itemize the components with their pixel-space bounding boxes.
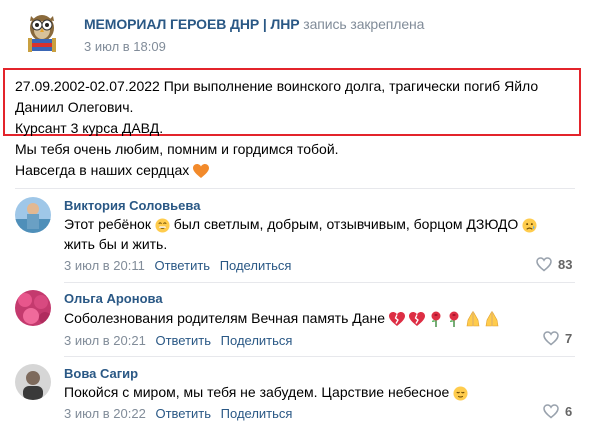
comment-text-line-2: жить бы и жить. — [64, 236, 168, 252]
comment-author[interactable]: Вова Сагир — [64, 366, 138, 381]
like-count: 83 — [558, 257, 573, 272]
like-button[interactable]: 7 — [543, 331, 572, 346]
reply-button[interactable]: Ответить — [154, 258, 210, 273]
comment-time[interactable]: 3 июл в 20:22 — [64, 406, 146, 421]
reply-button[interactable]: Ответить — [155, 406, 211, 421]
avatar-photo-icon — [15, 197, 51, 233]
comment-avatar[interactable] — [15, 197, 51, 233]
heart-outline-icon — [543, 404, 559, 419]
group-title-line: МЕМОРИАЛ ГЕРОЕВ ДНР | ЛНР запись закрепл… — [84, 16, 424, 32]
comment-text-line-1: Соболезнования родителям Вечная память Д… — [64, 310, 500, 328]
grinning-emoji-icon — [155, 218, 170, 233]
divider — [64, 356, 575, 357]
divider — [64, 282, 575, 283]
comment-avatar[interactable] — [15, 290, 51, 326]
comment-avatar[interactable] — [15, 364, 51, 400]
sad-tear-emoji-icon — [522, 218, 537, 233]
comment-meta: 3 июл в 20:11 Ответить Поделиться — [64, 258, 291, 273]
comment-text-part: Соболезнования родителям Вечная память Д… — [64, 310, 386, 326]
relieved-face-icon — [453, 386, 468, 401]
rose-icon — [449, 311, 459, 328]
like-count: 6 — [565, 404, 573, 419]
heart-outline-icon — [536, 257, 552, 272]
heart-outline-icon — [543, 331, 559, 346]
post-date[interactable]: 3 июл в 18:09 — [84, 39, 166, 54]
comment-text-line-1: Покойся с миром, мы тебя не забудем. Цар… — [64, 384, 468, 401]
group-avatar[interactable] — [18, 8, 66, 56]
folded-hands-icon — [466, 311, 479, 327]
divider — [15, 188, 575, 189]
folded-hands-icon — [486, 311, 499, 327]
comment-text-part: Покойся с миром, мы тебя не забудем. Цар… — [64, 384, 450, 400]
comment-meta: 3 июл в 20:21 Ответить Поделиться — [64, 333, 292, 348]
reply-button[interactable]: Ответить — [155, 333, 211, 348]
comment-author[interactable]: Виктория Соловьева — [64, 198, 200, 213]
rose-icon — [431, 311, 441, 328]
broken-heart-icon — [408, 311, 425, 326]
post-text-line-3: Курсант 3 курса ДАВД. — [15, 120, 164, 136]
share-button[interactable]: Поделиться — [220, 258, 292, 273]
post-text-line-1: 27.09.2002-02.07.2022 При выполнение вои… — [15, 78, 539, 94]
group-name-link[interactable]: МЕМОРИАЛ ГЕРОЕВ ДНР | ЛНР — [84, 16, 300, 32]
comment-author[interactable]: Ольга Аронова — [64, 291, 163, 306]
pinned-label: запись закреплена — [303, 16, 425, 32]
avatar-photo-icon — [15, 364, 51, 400]
broken-heart-icon — [388, 311, 405, 326]
like-button[interactable]: 6 — [543, 404, 572, 419]
comment-time[interactable]: 3 июл в 20:11 — [64, 258, 145, 273]
comment-text-part: Этот ребёнок — [64, 216, 151, 232]
like-count: 7 — [565, 331, 573, 346]
share-button[interactable]: Поделиться — [221, 333, 293, 348]
post-text-line-5-text: Навсегда в наших сердцах — [15, 162, 190, 178]
share-button[interactable]: Поделиться — [221, 406, 293, 421]
comment-text-line-1: Этот ребёнок был светлым, добрым, отзывч… — [64, 216, 537, 233]
orange-heart-icon — [193, 163, 210, 178]
post-text-line-5: Навсегда в наших сердцах — [15, 162, 210, 179]
post-text-line-2: Даниил Олегович. — [15, 99, 134, 115]
post-text-line-4: Мы тебя очень любим, помним и гордимся т… — [15, 141, 339, 157]
comment-time[interactable]: 3 июл в 20:21 — [64, 333, 146, 348]
owl-logo-icon — [28, 15, 56, 52]
comment-meta: 3 июл в 20:22 Ответить Поделиться — [64, 406, 292, 421]
like-button[interactable]: 83 — [536, 257, 572, 272]
comment-text-part: был светлым, добрым, отзывчивым, борцом … — [173, 216, 519, 232]
roses-photo-icon — [15, 290, 51, 326]
